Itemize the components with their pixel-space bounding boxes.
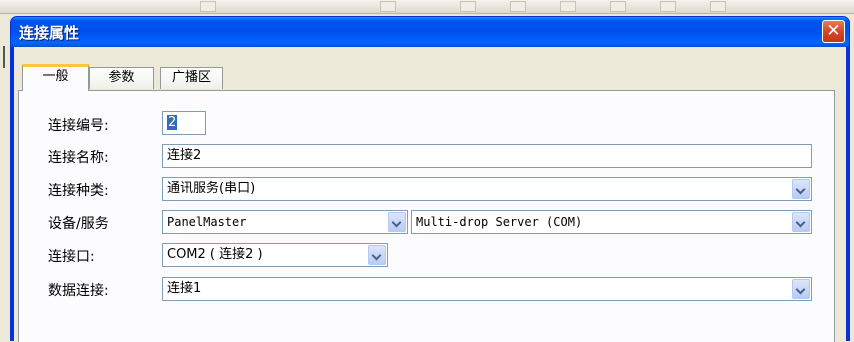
tab-label: 参数 xyxy=(108,70,135,85)
conn-port-select[interactable]: COM2 ( 连接2 ) xyxy=(162,243,388,267)
chevron-down-icon[interactable] xyxy=(368,245,386,265)
background-button xyxy=(200,1,216,12)
data-conn-label: 数据连接: xyxy=(48,283,109,299)
tab-parameters[interactable]: 参数 xyxy=(89,67,154,89)
close-button[interactable]: ✕ xyxy=(822,20,845,43)
tab-general[interactable]: 一般 xyxy=(22,64,89,91)
chevron-down-icon[interactable] xyxy=(388,212,406,232)
conn-name-label: 连接名称: xyxy=(48,150,109,166)
background-button xyxy=(560,1,576,12)
conn-number-label: 连接编号: xyxy=(48,118,109,134)
data-conn-select[interactable]: 连接1 xyxy=(162,277,812,301)
general-tab-panel: 连接编号: 2 连接名称: 连接2 连接种类: 通讯服务(串口) 设备/服务 P… xyxy=(18,90,835,342)
device-select[interactable]: PanelMaster xyxy=(162,210,408,234)
close-icon: ✕ xyxy=(826,21,841,41)
tab-broadcast[interactable]: 广播区 xyxy=(160,67,223,89)
data-conn-value: 连接1 xyxy=(167,281,202,296)
conn-type-label: 连接种类: xyxy=(48,183,109,199)
background-button xyxy=(610,1,626,12)
dialog-title: 连接属性 xyxy=(19,24,80,42)
conn-port-value: COM2 ( 连接2 ) xyxy=(167,247,263,262)
conn-number-value: 2 xyxy=(167,115,178,130)
conn-name-value: 连接2 xyxy=(167,148,202,163)
service-value: Multi-drop Server (COM) xyxy=(416,215,583,229)
chevron-down-icon[interactable] xyxy=(792,279,810,299)
chevron-down-icon[interactable] xyxy=(792,179,810,199)
background-button xyxy=(380,1,396,12)
device-service-label: 设备/服务 xyxy=(48,216,109,232)
conn-number-input[interactable]: 2 xyxy=(162,111,206,135)
background-button xyxy=(510,1,526,12)
background-button xyxy=(660,1,676,12)
chevron-down-icon[interactable] xyxy=(792,212,810,232)
connection-properties-dialog: 连接属性 ✕ 一般 参数 广播区 连接编号: 2 连接名称: 连接2 连接种类:… xyxy=(10,16,850,342)
title-bar[interactable]: 连接属性 ✕ xyxy=(11,17,849,47)
device-value: PanelMaster xyxy=(167,215,247,229)
background-button xyxy=(460,1,476,12)
background-button xyxy=(710,1,726,12)
background-toolbar xyxy=(0,0,854,14)
conn-type-select[interactable]: 通讯服务(串口) xyxy=(162,177,812,201)
background-window-edge xyxy=(0,40,8,341)
dialog-body: 一般 参数 广播区 连接编号: 2 连接名称: 连接2 连接种类: 通讯服务(串… xyxy=(14,47,846,342)
service-select[interactable]: Multi-drop Server (COM) xyxy=(411,210,812,234)
tab-label: 广播区 xyxy=(171,70,211,85)
tab-label: 一般 xyxy=(42,69,69,84)
conn-name-input[interactable]: 连接2 xyxy=(162,144,812,168)
conn-type-value: 通讯服务(串口) xyxy=(167,181,256,196)
conn-port-label: 连接口: xyxy=(48,249,95,265)
